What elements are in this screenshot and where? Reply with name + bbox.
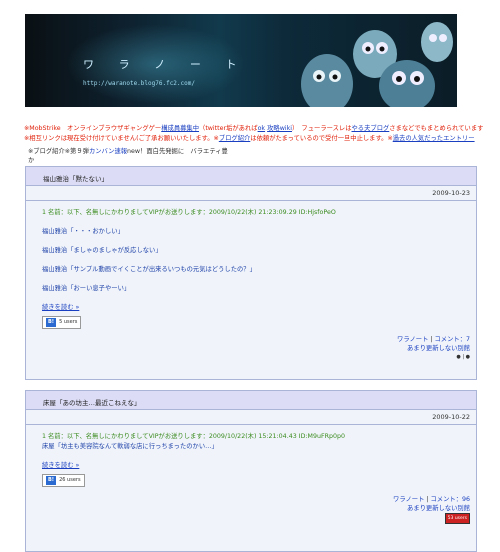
- entry-date: 2009-10-23: [26, 186, 476, 201]
- hatena-b-icon: B!: [46, 476, 57, 485]
- category-link[interactable]: ワラノート: [393, 496, 424, 503]
- post-line: 福山雅治「おーい息子やーい」: [42, 285, 131, 292]
- entry-body: 1 名前：以下、名無しにかわりましてVIPがお送りします：2009/10/22(…: [26, 425, 476, 487]
- entry-card: 福山雅治「黙たない」 2009-10-23 1 名前：以下、名無しにかわりまして…: [25, 166, 477, 380]
- ok-link[interactable]: ok: [258, 125, 266, 132]
- ticker-text: さまなどでもまとめられています: [389, 125, 484, 132]
- read-more-link[interactable]: 続きを読む »: [42, 304, 79, 311]
- ticker-line-2: ※相互リンクは現在受け付けていません(ご了承お願いいたします。※ブログ紹介は依頼…: [24, 134, 484, 143]
- category-link[interactable]: ワラノート: [397, 336, 428, 343]
- post-line: 福山雅治「ましゃのましゃが反応しない」: [42, 247, 162, 254]
- hatena-bookmark-badge[interactable]: B! 5 users: [42, 316, 82, 329]
- yaruo-blog-link[interactable]: やる夫ブログ: [352, 125, 390, 132]
- entry-body: 1 名前：以下、名無しにかわりましてVIPがお送りします：2009/10/22(…: [26, 201, 476, 329]
- read-more-link[interactable]: 続きを読む »: [42, 462, 79, 469]
- entry-title[interactable]: 福山雅治「黙たない」: [26, 167, 476, 186]
- comment-link[interactable]: コメント：96: [431, 496, 471, 503]
- ticker-line-1: ※MobStrike オンラインブラウザギャングゲー構成員募集中（twitter…: [24, 124, 484, 133]
- popular-entries-link[interactable]: 過去の人気だったエントリー: [393, 135, 475, 142]
- entry-title[interactable]: 床屋「あの坊主…最近こねえな」: [26, 391, 476, 410]
- entry-footer: ワラノート | コメント：96 あまり更新しない別館 53 users: [26, 495, 476, 524]
- hatena-count: 5 users: [59, 319, 78, 325]
- hatena-bookmark-badge[interactable]: B! 26 users: [42, 474, 85, 487]
- post-line: 福山雅治「サンプル動画でイくことが出来るいつもの元気はどうしたの？」: [42, 266, 256, 273]
- post-header: 1 名前：以下、名無しにかわりましてVIPがお送りします：2009/10/22(…: [42, 209, 336, 216]
- footer-dots: ● | ●: [456, 354, 470, 360]
- ticker-text: は依頼がたまっているので受付一旦中止します。※: [250, 135, 393, 142]
- entry-date: 2009-10-22: [26, 410, 476, 425]
- kanban-sokuho-link[interactable]: カンバン速報: [89, 148, 127, 155]
- site-banner[interactable]: ワ ラ ノ ー ト http://waranote.blog76.fc2.com…: [25, 14, 457, 107]
- ticker-text: （twitter垢があれば: [199, 125, 258, 132]
- post-line: 床屋「坊主も美容院なんて軟弱な店に行っちまったのかい…」: [42, 443, 218, 450]
- post-header: 1 名前：以下、名無しにかわりましてVIPがお送りします：2009/10/22(…: [42, 433, 345, 440]
- blog-intro-prefix: ※ブログ紹介※第９弾: [28, 148, 89, 155]
- announcement-ticker: ※MobStrike オンラインブラウザギャングゲー構成員募集中（twitter…: [24, 124, 484, 143]
- comment-link[interactable]: コメント：7: [435, 336, 471, 343]
- post-line: 福山雅治「・・・おかしい」: [42, 228, 124, 235]
- entry-footer: ワラノート | コメント：7 あまり更新しない別館 ● | ●: [26, 335, 476, 362]
- site-url: http://waranote.blog76.fc2.com/: [83, 80, 195, 87]
- wiki-link[interactable]: 攻略wiki: [267, 125, 292, 132]
- ticker-text: ） フューラースレは: [291, 125, 352, 132]
- blog-intro-link[interactable]: ブログ紹介: [219, 135, 250, 142]
- hatena-b-icon: B!: [46, 318, 57, 327]
- entry-card: 床屋「あの坊主…最近こねえな」 2009-10-22 1 名前：以下、名無しにか…: [25, 390, 477, 552]
- hatena-count: 26 users: [59, 477, 81, 483]
- recruit-link[interactable]: 構成員募集中: [161, 125, 199, 132]
- annex-link[interactable]: あまり更新しない別館: [407, 505, 470, 512]
- hatena-users-badge[interactable]: 53 users: [444, 513, 470, 524]
- ticker-text: ※MobStrike オンラインブラウザギャングゲー: [24, 125, 162, 132]
- site-title: ワ ラ ノ ー ト: [83, 58, 246, 71]
- banner-characters-illustration: [301, 22, 453, 107]
- annex-link[interactable]: あまり更新しない別館: [407, 345, 470, 352]
- ticker-text: ※相互リンクは現在受け付けていません(ご了承お願いいたします。※: [24, 135, 219, 142]
